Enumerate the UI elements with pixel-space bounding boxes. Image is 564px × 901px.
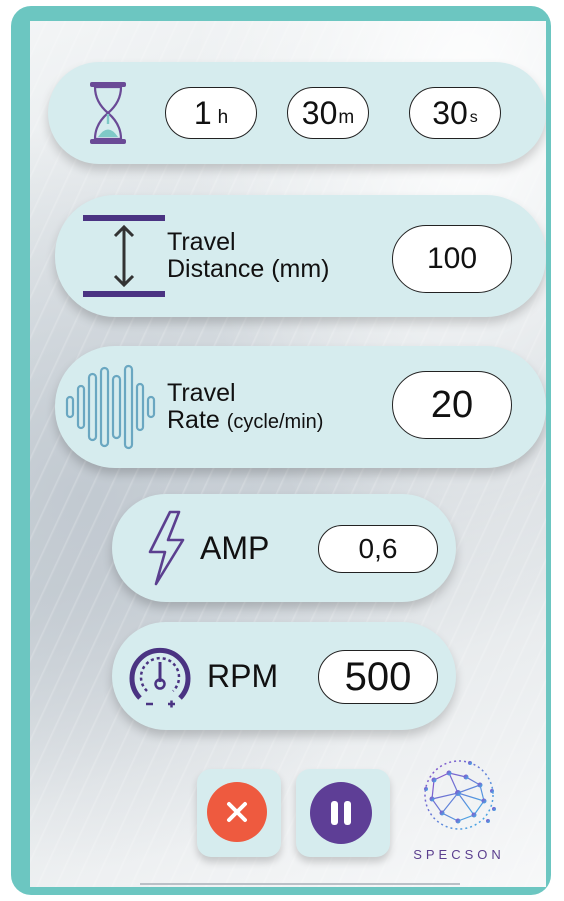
distance-label-line2: Distance (mm) [167,255,330,283]
bottom-divider [140,883,460,885]
hours-field[interactable]: 1 h [165,87,257,139]
gauge-icon [126,642,194,710]
brand-name: SPECSON [413,847,505,862]
timer-row: 1 h 30 m 30 s [48,62,546,164]
pause-button-circle [310,782,372,844]
seconds-value: 30 [432,94,468,131]
rate-label: Travel Rate (cycle/min) [167,381,323,433]
hourglass-icon [86,80,130,146]
travel-rate-row: Travel Rate (cycle/min) 20 [55,346,546,468]
rate-field[interactable]: 20 [392,371,512,439]
hours-value: 1 [193,94,212,131]
travel-distance-row: Travel Distance (mm) 100 [55,195,546,317]
network-globe-icon [424,760,496,830]
pause-icon [331,801,351,825]
minutes-field[interactable]: 30 m [287,87,369,139]
rpm-row: RPM 500 [112,622,456,730]
minutes-value: 30 [301,94,338,131]
rate-label-line2: Rate [167,406,220,434]
minutes-unit: m [338,107,355,128]
rpm-field[interactable]: 500 [318,650,438,704]
lightning-icon [146,510,186,586]
pause-button[interactable] [296,769,390,857]
amp-label: AMP [200,530,270,566]
screen: 1 h 30 m 30 s Travel Distance (mm) 100 T… [30,21,546,887]
amp-row: AMP 0,6 [112,494,456,602]
distance-label: Travel Distance (mm) [167,230,330,282]
distance-field[interactable]: 100 [392,225,512,293]
distance-label-line1: Travel [167,228,236,256]
waveform-icon [65,364,161,450]
rpm-label: RPM [207,658,279,694]
hours-unit: h [217,107,229,128]
seconds-unit: s [469,109,478,126]
vertical-distance-icon [83,215,165,297]
close-icon [227,802,247,822]
brand-logo [414,755,504,837]
amp-field[interactable]: 0,6 [318,525,438,573]
seconds-field[interactable]: 30 s [409,87,501,139]
rate-label-unit: (cycle/min) [226,411,324,433]
stop-button-circle [207,782,267,842]
stop-button[interactable] [197,769,281,857]
rate-label-line1: Travel [167,379,236,407]
